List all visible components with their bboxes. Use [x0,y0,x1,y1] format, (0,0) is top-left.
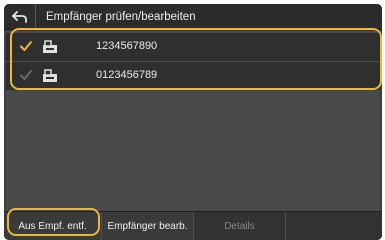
edit-recipient-button[interactable]: Empfänger bearb. [102,212,194,240]
screen: Empfänger prüfen/bearbeiten 1234567890 0… [4,4,382,240]
check-icon [20,70,32,80]
header-bar: Empfänger prüfen/bearbeiten [4,4,382,30]
toolbar-spacer [286,212,382,240]
recipient-row[interactable]: 1234567890 [6,33,380,61]
page-title: Empfänger prüfen/bearbeiten [46,10,196,23]
bottom-toolbar: Aus Empf. entf. Empfänger bearb. Details [4,211,382,240]
recipient-number: 0123456789 [96,69,158,81]
recipient-row[interactable]: 0123456789 [6,62,380,90]
fax-icon [43,69,57,82]
fax-icon [43,40,57,53]
recipient-number: 1234567890 [96,40,158,52]
back-button[interactable] [4,4,36,30]
details-button[interactable]: Details [194,212,286,240]
remove-recipient-button[interactable]: Aus Empf. entf. [4,212,102,240]
back-arrow-icon [11,10,27,23]
check-icon [20,41,32,51]
recipient-list: 1234567890 0123456789 [6,31,380,211]
